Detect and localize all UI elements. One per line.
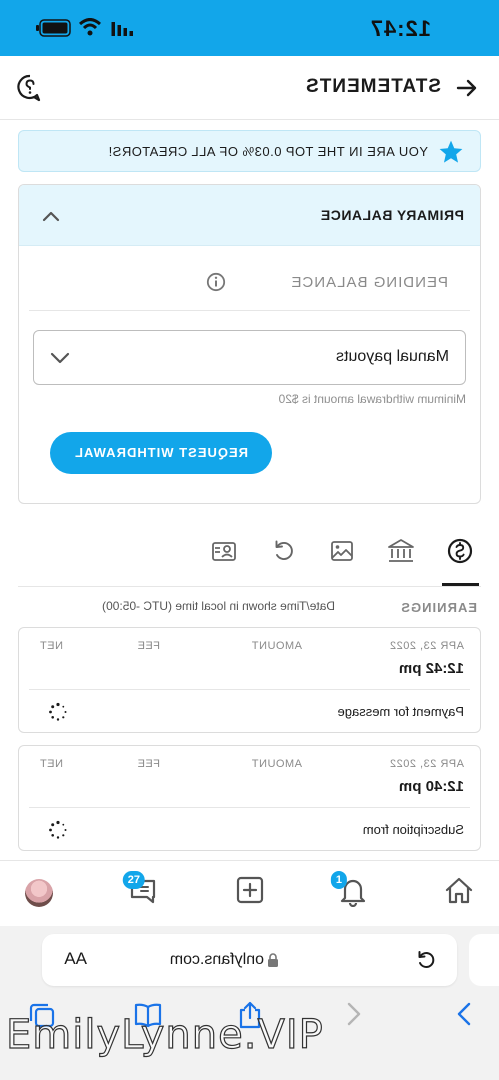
reload-icon[interactable] bbox=[415, 949, 437, 971]
request-withdrawal-label: REQUEST WITHDRAWAL bbox=[74, 445, 248, 460]
bottom-nav: 1 27 bbox=[0, 860, 499, 926]
status-time: 12:47 bbox=[369, 16, 431, 41]
transaction-time: 12:42 pm bbox=[398, 660, 464, 677]
help-icon[interactable] bbox=[17, 74, 43, 102]
home-icon[interactable] bbox=[443, 875, 475, 907]
net-column-label: NET bbox=[39, 640, 64, 652]
forward-icon[interactable] bbox=[453, 1000, 477, 1028]
notifications-badge: 1 bbox=[330, 871, 347, 889]
transaction-date: APR 23, 2022 bbox=[389, 640, 465, 652]
top-creators-banner: YOU ARE IN THE TOP 0.03% OF ALL CREATORS… bbox=[18, 130, 481, 172]
back-arrow-icon[interactable] bbox=[455, 76, 479, 100]
primary-balance-header[interactable]: PRIMARY BALANCE bbox=[19, 185, 480, 246]
loading-spinner-icon bbox=[49, 702, 67, 721]
signal-icon bbox=[111, 22, 133, 36]
watermark-text: EmilyLynne.VIP bbox=[5, 1011, 324, 1058]
status-bar: 12:47 bbox=[0, 0, 499, 56]
primary-balance-label: PRIMARY BALANCE bbox=[320, 207, 464, 223]
dollar-circle-icon[interactable] bbox=[447, 538, 473, 564]
payout-method-select[interactable]: Manual payouts bbox=[33, 330, 466, 385]
earnings-heading: EARNINGS bbox=[400, 600, 477, 615]
pending-balance-label: PENDING BALANCE bbox=[290, 274, 448, 291]
divider bbox=[18, 586, 481, 587]
transaction-time: 12:40 pm bbox=[398, 778, 464, 795]
avatar[interactable] bbox=[25, 879, 53, 907]
fee-column-label: FEE bbox=[137, 640, 160, 652]
divider bbox=[29, 689, 470, 690]
minimum-withdrawal-note: Minimum withdrawal amount is $20 bbox=[278, 392, 466, 406]
divider bbox=[29, 310, 470, 311]
header: STATEMENTS bbox=[0, 56, 499, 120]
address-bar[interactable]: onlyfans.com AA bbox=[42, 934, 457, 986]
transaction-description: Payment for message bbox=[337, 704, 464, 719]
divider bbox=[29, 807, 470, 808]
transaction-card[interactable]: APR 23, 2022 AMOUNT FEE NET 12:40 pm Sub… bbox=[18, 745, 481, 851]
transaction-description: Subscription from bbox=[362, 822, 464, 837]
request-withdrawal-button[interactable]: REQUEST WITHDRAWAL bbox=[50, 432, 272, 474]
back-icon[interactable] bbox=[341, 1000, 365, 1028]
payout-method-value: Manual payouts bbox=[336, 348, 449, 365]
add-post-icon[interactable] bbox=[235, 875, 265, 905]
star-icon bbox=[439, 140, 463, 163]
amount-column-label: AMOUNT bbox=[251, 758, 302, 770]
transaction-card[interactable]: APR 23, 2022 AMOUNT FEE NET 12:42 pm Pay… bbox=[18, 627, 481, 733]
banner-text: YOU ARE IN THE TOP 0.03% OF ALL CREATORS… bbox=[108, 144, 428, 159]
image-icon[interactable] bbox=[329, 538, 355, 564]
messages-badge: 27 bbox=[122, 871, 145, 889]
mirrored-screen: 12:47 STATEMENTS YOU ARE IN THE TOP 0.03… bbox=[0, 0, 499, 1080]
loading-spinner-icon bbox=[49, 820, 67, 839]
url-text: onlyfans.com bbox=[169, 951, 264, 968]
info-icon[interactable] bbox=[206, 272, 226, 292]
referral-icon[interactable] bbox=[211, 538, 237, 564]
fee-column-label: FEE bbox=[137, 758, 160, 770]
bank-icon[interactable] bbox=[387, 538, 415, 564]
page-title: STATEMENTS bbox=[305, 76, 441, 97]
balance-card: PRIMARY BALANCE PENDING BALANCE Manual p… bbox=[18, 184, 481, 504]
net-column-label: NET bbox=[39, 758, 64, 770]
wifi-icon bbox=[79, 18, 101, 36]
chevron-down-icon bbox=[50, 352, 70, 364]
adjacent-tab-preview[interactable] bbox=[469, 934, 499, 986]
refund-icon[interactable] bbox=[271, 538, 297, 564]
text-size-button[interactable]: AA bbox=[64, 949, 87, 969]
battery-icon bbox=[36, 19, 71, 37]
lock-icon bbox=[268, 953, 278, 967]
timezone-note: Date/Time shown in local time (UTC -05:0… bbox=[102, 599, 335, 613]
transaction-date: APR 23, 2022 bbox=[389, 758, 465, 770]
amount-column-label: AMOUNT bbox=[251, 640, 302, 652]
chevron-up-icon[interactable] bbox=[40, 205, 62, 227]
